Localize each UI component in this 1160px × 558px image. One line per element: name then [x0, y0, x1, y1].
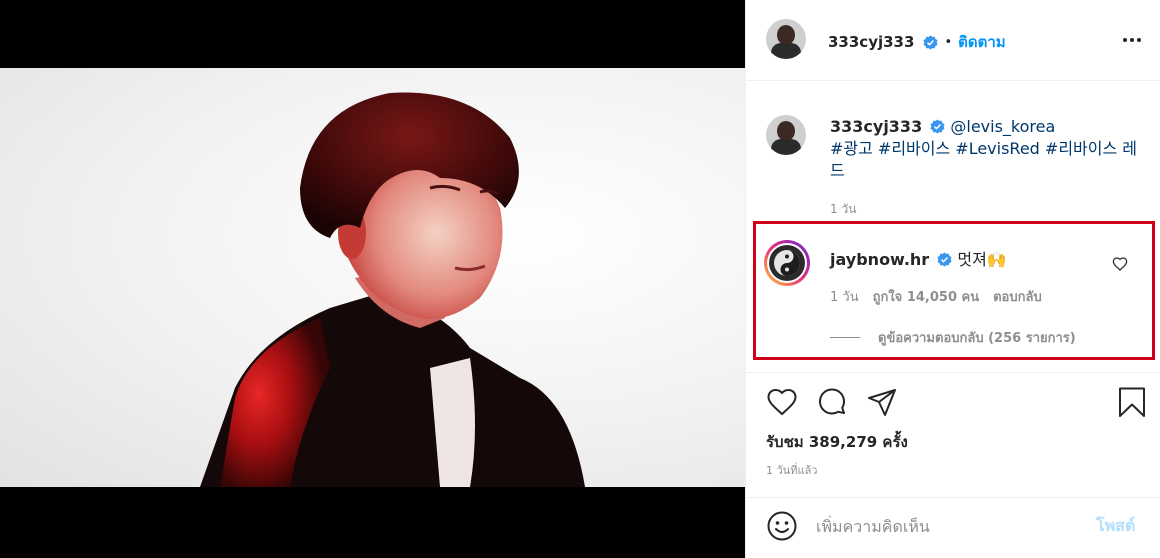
caption-hashtags[interactable]: #광고 #리바이스 #LevisRed #리바이스 레드 — [830, 139, 1137, 180]
follow-separator: • — [944, 34, 953, 50]
paper-plane-icon[interactable] — [866, 386, 898, 418]
more-options-icon[interactable] — [1117, 30, 1147, 50]
comments-divider — [746, 372, 1160, 373]
replies-line-decoration — [830, 337, 860, 338]
caption-author-avatar[interactable] — [766, 115, 806, 155]
comment-likes-count[interactable]: ถูกใจ 14,050 คน — [873, 286, 980, 307]
caption-timestamp[interactable]: 1 วัน — [830, 200, 856, 219]
follow-button[interactable]: ติดตาม — [958, 30, 1006, 54]
heart-icon[interactable] — [766, 386, 798, 418]
author-username[interactable]: 333cyj333 — [828, 33, 914, 51]
post-sidebar: 333cyj333 • ติดตาม 333cyj333 @levis_kore… — [745, 0, 1160, 558]
verified-badge-icon — [923, 34, 938, 50]
post-video[interactable] — [0, 68, 745, 487]
instagram-post-view: 333cyj333 • ติดตาม 333cyj333 @levis_kore… — [0, 0, 1160, 558]
comment-body: 멋져🙌 — [957, 250, 1007, 269]
comment-timestamp[interactable]: 1 วัน — [830, 286, 859, 307]
comment-line: jaybnow.hr 멋져🙌 — [830, 246, 1007, 270]
post-caption: 333cyj333 @levis_korea #광고 #리바이스 #LevisR… — [830, 116, 1140, 182]
smiley-icon[interactable] — [766, 510, 798, 542]
media-panel — [0, 0, 745, 558]
comment-bubble-icon[interactable] — [816, 386, 848, 418]
caption-mention-link[interactable]: @levis_korea — [950, 117, 1055, 136]
view-replies-button[interactable]: ดูข้อความตอบกลับ (256 รายการ) — [830, 327, 1076, 348]
post-comment-button[interactable]: โพสต์ — [1096, 514, 1135, 539]
header-author-line: 333cyj333 • ติดตาม — [828, 30, 1006, 54]
add-comment-bar: โพสต์ — [746, 497, 1160, 558]
posted-time[interactable]: 1 วันที่แล้ว — [766, 461, 817, 479]
yin-yang-avatar-image — [769, 245, 805, 281]
bookmark-icon[interactable] — [1116, 386, 1148, 418]
reply-button[interactable]: ตอบกลับ — [993, 286, 1042, 307]
caption-author-username[interactable]: 333cyj333 — [830, 117, 922, 136]
post-header: 333cyj333 • ติดตาม — [746, 0, 1160, 80]
verified-badge-icon — [937, 252, 952, 267]
commenter-avatar[interactable] — [764, 240, 810, 286]
verified-badge-icon — [930, 119, 945, 134]
commenter-username[interactable]: jaybnow.hr — [830, 250, 929, 269]
comment-meta: 1 วัน ถูกใจ 14,050 คน ตอบกลับ — [830, 286, 1042, 307]
view-replies-label: ดูข้อความตอบกลับ (256 รายการ) — [878, 331, 1076, 346]
header-divider — [746, 80, 1160, 81]
author-avatar[interactable] — [766, 19, 806, 59]
comment-like-heart-icon[interactable] — [1112, 256, 1128, 272]
comment-input[interactable] — [816, 512, 1086, 540]
views-count[interactable]: รับชม 389,279 ครั้ง — [766, 430, 908, 454]
video-still-illustration — [200, 92, 585, 487]
action-bar — [746, 386, 1160, 420]
